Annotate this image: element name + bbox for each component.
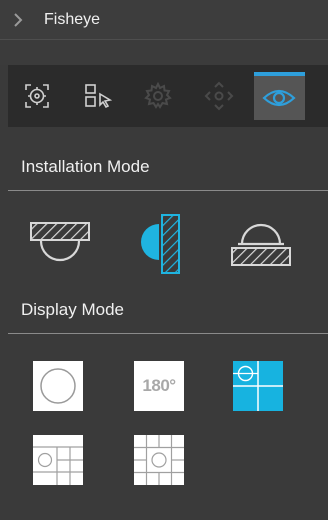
- toolbar: [8, 65, 328, 127]
- panorama-180-label: 180°: [142, 376, 176, 395]
- display-divider: [8, 333, 328, 334]
- fisheye-original-icon[interactable]: [33, 361, 83, 411]
- tool-settings[interactable]: [140, 73, 178, 119]
- tool-display[interactable]: [254, 72, 305, 120]
- header-spacer: [0, 40, 328, 65]
- desktop-mount-icon[interactable]: [228, 217, 294, 269]
- tool-focus[interactable]: [18, 73, 56, 119]
- fisheye-plus-8-icon[interactable]: [134, 435, 184, 485]
- panel-header[interactable]: Fisheye: [0, 0, 328, 40]
- installation-mode-title: Installation Mode: [21, 157, 150, 176]
- ceiling-mount-icon[interactable]: [28, 212, 92, 268]
- fisheye-plus-4-icon[interactable]: [33, 435, 83, 485]
- settings-gear-icon: [144, 81, 173, 109]
- display-mode-title: Display Mode: [21, 300, 124, 319]
- focus-target-icon: [25, 84, 49, 108]
- wall-mount-icon[interactable]: [136, 212, 186, 276]
- select-region-icon: [84, 84, 112, 109]
- panel-title: Fisheye: [44, 10, 101, 28]
- eye-icon: [262, 89, 297, 107]
- chevron-right-icon[interactable]: [10, 12, 26, 28]
- tool-select-region[interactable]: [79, 73, 117, 119]
- fisheye-plus-3-icon[interactable]: [233, 361, 283, 411]
- ptz-direction-icon: [204, 81, 234, 111]
- installation-divider: [8, 190, 328, 191]
- panorama-180-icon[interactable]: 180°: [134, 361, 184, 411]
- tool-ptz[interactable]: [200, 73, 238, 119]
